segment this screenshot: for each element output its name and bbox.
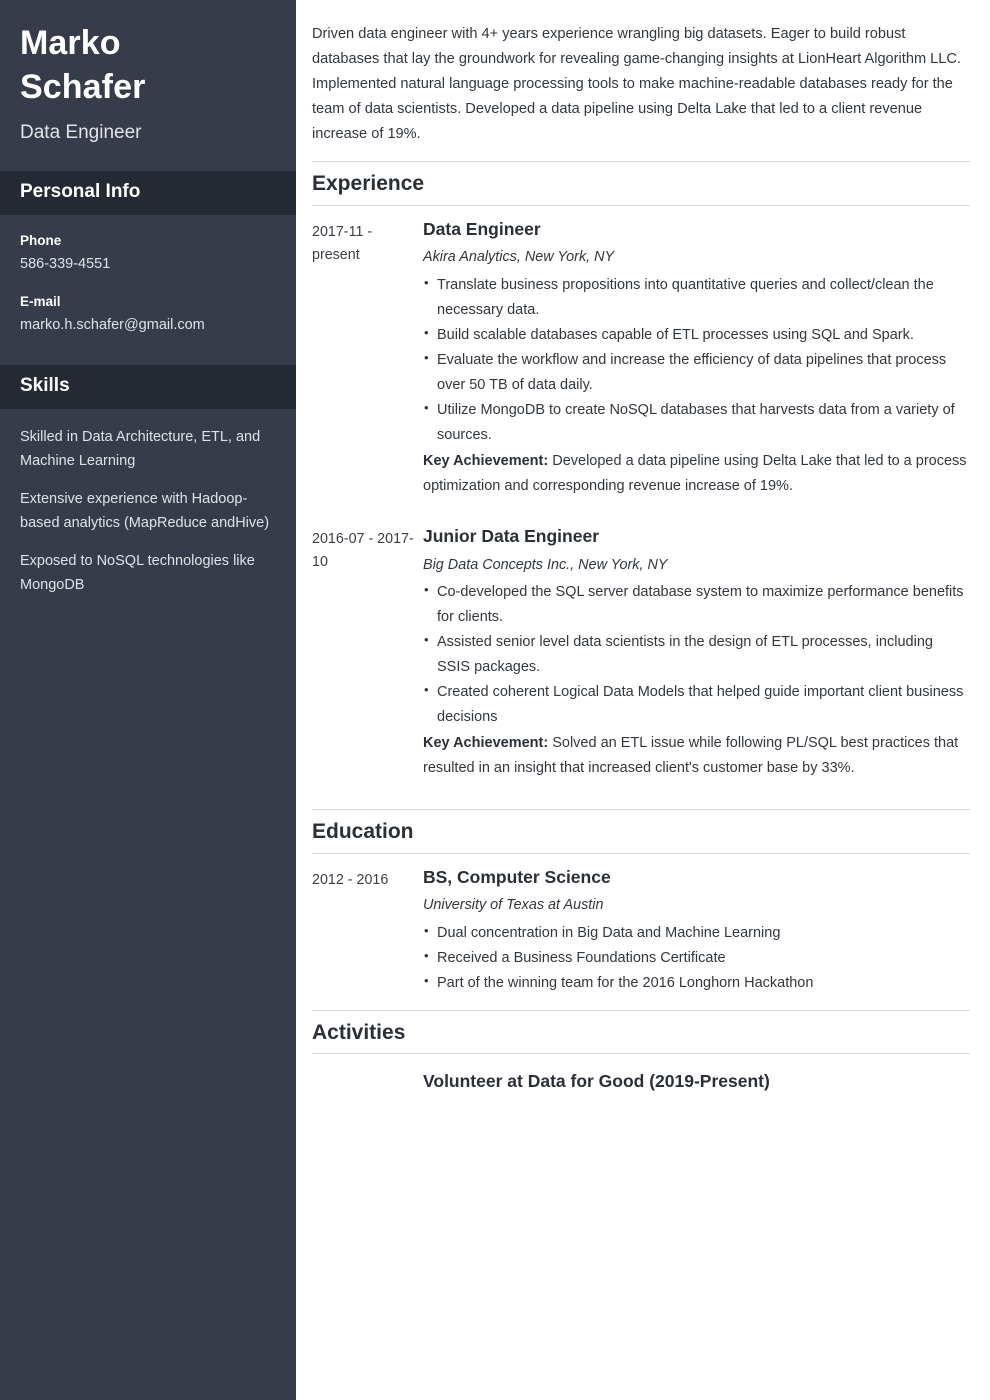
entry-degree-title: BS, Computer Science — [423, 866, 611, 887]
list-item: Part of the winning team for the 2016 Lo… — [423, 970, 970, 996]
list-item: Translate business propositions into qua… — [423, 272, 970, 323]
key-achievement-label: Key Achievement: — [423, 734, 549, 751]
list-item: Build scalable databases capable of ETL … — [423, 322, 970, 348]
entry-body: BS, Computer Science University of Texas… — [423, 866, 970, 996]
entry-role-title: Junior Data Engineer — [423, 525, 600, 546]
education-entry: 2012 - 2016 BS, Computer Science Univers… — [312, 854, 970, 996]
list-item: Utilize MongoDB to create NoSQL database… — [423, 397, 970, 448]
contact-value[interactable]: 586-339-4551 — [20, 254, 276, 275]
section-title: Activities — [312, 1020, 406, 1044]
personal-info-list: Phone 586-339-4551 E-mail marko.h.schafe… — [0, 215, 296, 366]
section-education: Education 2012 - 2016 BS, Computer Scien… — [312, 809, 970, 995]
candidate-job-title: Data Engineer — [20, 122, 142, 144]
skills-heading: Skills — [20, 375, 70, 397]
entry-date: 2016-07 - 2017-10 — [312, 530, 414, 571]
entry-bullet-list: Translate business propositions into qua… — [423, 272, 970, 448]
entry-bullet-list: Co-developed the SQL server database sys… — [423, 579, 970, 730]
professional-summary: Driven data engineer with 4+ years exper… — [312, 26, 961, 143]
list-item: Co-developed the SQL server database sys… — [423, 579, 970, 630]
entry-date: 2012 - 2016 — [312, 871, 389, 888]
list-item: Skilled in Data Architecture, ETL, and M… — [20, 428, 261, 470]
activity-entry: Volunteer at Data for Good (2019-Present… — [312, 1054, 970, 1093]
entry-role-title: Data Engineer — [423, 218, 541, 239]
activity-title: Volunteer at Data for Good (2019-Present… — [423, 1070, 770, 1091]
section-header-experience: Experience — [312, 161, 970, 206]
contact-item-phone: Phone 586-339-4551 — [20, 231, 276, 275]
entry-date: 2017-11 - present — [312, 223, 373, 264]
list-item: Received a Business Foundations Certific… — [423, 945, 970, 971]
sidebar: Marko Schafer Data Engineer Personal Inf… — [0, 0, 296, 1400]
skills-section-header: Skills — [0, 365, 296, 409]
section-activities: Activities Volunteer at Data for Good (2… — [312, 1009, 970, 1093]
identity-block: Marko Schafer Data Engineer — [0, 0, 296, 171]
entry-bullet-list: Dual concentration in Big Data and Machi… — [423, 920, 970, 996]
contact-item-email: E-mail marko.h.schafer@gmail.com — [20, 292, 276, 336]
candidate-name: Marko Schafer — [20, 24, 146, 106]
list-item: Evaluate the workflow and increase the e… — [423, 347, 970, 398]
contact-label: Phone — [20, 232, 62, 248]
experience-entry: 2016-07 - 2017-10 Junior Data Engineer B… — [312, 513, 970, 795]
entry-key-achievement: Key Achievement: Solved an ETL issue whi… — [423, 731, 970, 781]
section-title: Education — [312, 820, 414, 844]
experience-entry: 2017-11 - present Data Engineer Akira An… — [312, 206, 970, 513]
list-item: Extensive experience with Hadoop-based a… — [20, 490, 270, 532]
entry-institution: University of Texas at Austin — [423, 897, 604, 914]
resume-page: Marko Schafer Data Engineer Personal Inf… — [0, 0, 990, 1400]
entry-body: Data Engineer Akira Analytics, New York,… — [423, 218, 970, 513]
entry-organization: Akira Analytics, New York, NY — [423, 249, 615, 266]
section-header-activities: Activities — [312, 1009, 970, 1054]
main-content: Driven data engineer with 4+ years exper… — [296, 0, 990, 1400]
entry-key-achievement: Key Achievement: Developed a data pipeli… — [423, 449, 970, 499]
personal-info-heading: Personal Info — [20, 180, 141, 202]
skills-list: Skilled in Data Architecture, ETL, and M… — [0, 409, 296, 623]
list-item: Created coherent Logical Data Models tha… — [423, 679, 970, 730]
list-item: Assisted senior level data scientists in… — [423, 629, 970, 680]
entry-body: Junior Data Engineer Big Data Concepts I… — [423, 525, 970, 795]
section-experience: Experience 2017-11 - present Data Engine… — [312, 161, 970, 795]
personal-info-section-header: Personal Info — [0, 170, 296, 215]
section-title: Experience — [312, 172, 425, 196]
section-header-education: Education — [312, 809, 970, 854]
entry-organization: Big Data Concepts Inc., New York, NY — [423, 556, 668, 573]
entry-body: Volunteer at Data for Good (2019-Present… — [423, 1070, 970, 1093]
list-item: Dual concentration in Big Data and Machi… — [423, 920, 970, 946]
contact-value[interactable]: marko.h.schafer@gmail.com — [20, 315, 276, 336]
key-achievement-label: Key Achievement: — [423, 452, 549, 469]
list-item: Exposed to NoSQL technologies like Mongo… — [20, 552, 255, 594]
contact-label: E-mail — [20, 293, 61, 309]
